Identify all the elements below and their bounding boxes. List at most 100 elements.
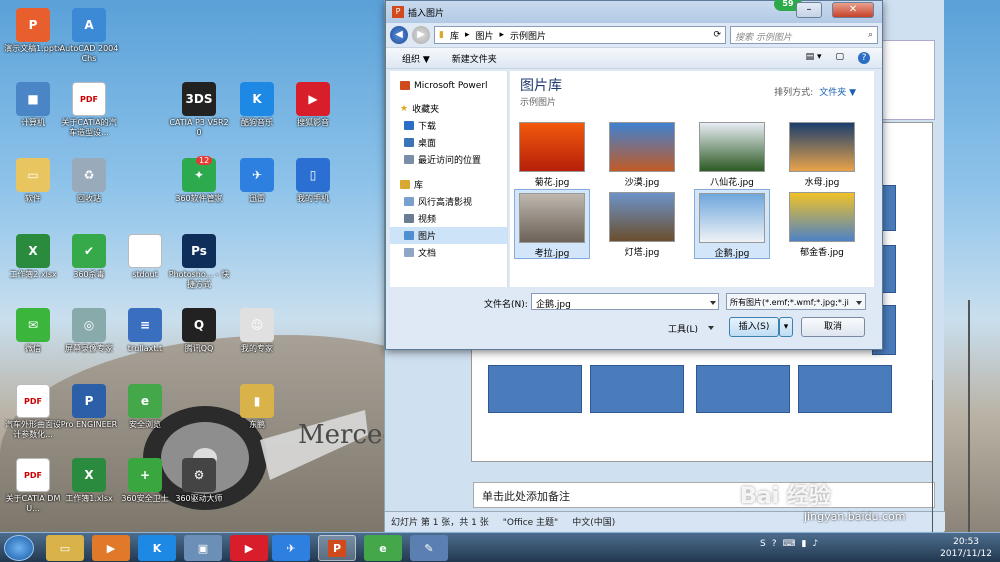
desktop-icon[interactable]: ✔ 360杀毒 — [58, 234, 120, 280]
notes-pane[interactable]: 单击此处添加备注 — [473, 482, 935, 508]
desktop-icon[interactable]: Ps Photosho... - 快捷方式 — [168, 234, 230, 290]
dialog-titlebar[interactable]: P 插入图片 59 – ✕ — [386, 0, 882, 23]
nav-item-desktop[interactable]: 桌面 — [390, 134, 507, 151]
forward-button[interactable]: ▶ — [412, 26, 430, 44]
paint-taskbar-icon[interactable]: ✎ — [410, 535, 448, 561]
kugou-taskbar-icon[interactable]: K — [138, 535, 176, 561]
powerpoint-icon — [400, 81, 410, 90]
filetype-select[interactable]: 所有图片(*.emf;*.wmf;*.jpg;*.ji — [726, 293, 866, 310]
chevron-down-icon[interactable] — [856, 301, 862, 305]
chevron-down-icon[interactable] — [708, 326, 714, 330]
desktop-icon[interactable]: P 演示文稿1.pptx — [2, 8, 64, 54]
start-button[interactable] — [4, 535, 34, 561]
desktop-icon[interactable]: A AutoCAD 2004 Chs — [58, 8, 120, 64]
browser-taskbar-icon[interactable]: e — [364, 535, 402, 561]
desktop-icon[interactable]: ≡ trullaxt.t — [114, 308, 176, 354]
recorder-taskbar-icon[interactable]: ▣ — [184, 535, 222, 561]
system-tray[interactable]: S ? ⌨ ▮ ♪ — [760, 539, 818, 549]
desktop-icon[interactable]: ▭ 软件 — [2, 158, 64, 204]
image-thumbnail[interactable]: 菊花.jpg — [514, 119, 590, 189]
desktop-icon[interactable]: PDF 关于CATIA的汽车造型设... — [58, 82, 120, 138]
clock[interactable]: 20:53 2017/11/12 — [940, 536, 992, 560]
filename-field[interactable]: 企鹅.jpg — [531, 293, 719, 310]
table-cell[interactable] — [590, 365, 684, 413]
thunder-taskbar-icon[interactable]: ✈ — [272, 535, 310, 561]
video-taskbar-icon[interactable]: ▶ — [230, 535, 268, 561]
desktop-icon[interactable]: ▯ 我的手机 — [282, 158, 344, 204]
image-thumbnail[interactable]: 郁金香.jpg — [784, 189, 860, 259]
table-cell[interactable] — [696, 365, 790, 413]
desktop-icon[interactable]: Q 腾讯QQ — [168, 308, 230, 354]
app-icon: ✈ — [240, 158, 274, 192]
desktop-icon[interactable]: ✉ 微信 — [2, 308, 64, 354]
nav-item-libraries[interactable]: 库 — [390, 176, 507, 193]
desktop-icon[interactable]: ■ 计算机 — [2, 82, 64, 128]
desktop-icon[interactable]: P Pro ENGINEER — [58, 384, 120, 430]
desktop-icon[interactable]: ▶ 搜狐影音 — [282, 82, 344, 128]
breadcrumb-item[interactable]: 库 — [450, 29, 459, 42]
nav-item-videos[interactable]: 视频 — [390, 210, 507, 227]
breadcrumb-item[interactable]: 图片 — [476, 29, 494, 42]
language-indicator[interactable]: 中文(中国) — [572, 515, 615, 528]
desktop-icon[interactable]: 3DS CATIA P3 V5R20 — [168, 82, 230, 138]
desktop-icon[interactable]: ✈ 迅雷 — [226, 158, 288, 204]
desktop-icon[interactable]: ▮ 东鹏 — [226, 384, 288, 430]
image-thumbnail[interactable]: 企鹅.jpg — [694, 189, 770, 259]
desktop-icon[interactable]: e 安全浏览 — [114, 384, 176, 430]
nav-item-favorites[interactable]: ★ 收藏夹 — [390, 100, 507, 117]
close-button[interactable]: ✕ — [832, 2, 874, 18]
desktop-icon[interactable]: PDF 关于CATIA DMU... — [2, 458, 64, 514]
view-icon[interactable]: ▤ ▾ — [806, 52, 822, 64]
desktop-icon[interactable]: X 工作簿1.xlsx — [58, 458, 120, 504]
desktop-icon[interactable]: ◎ 屏幕录像专家 — [58, 308, 120, 354]
powerpoint-taskbar-icon[interactable]: P — [318, 535, 356, 561]
back-button[interactable]: ◀ — [390, 26, 408, 44]
search-input[interactable]: 搜索 示例图片 ⌕ — [730, 26, 878, 44]
explorer-taskbar-icon[interactable]: ▭ — [46, 535, 84, 561]
tools-menu[interactable]: 工具(L) — [668, 322, 698, 335]
new-folder-button[interactable]: 新建文件夹 — [452, 52, 497, 65]
table-cell[interactable] — [798, 365, 892, 413]
sort-control[interactable]: 排列方式: 文件夹 ▼ — [774, 85, 856, 98]
desktop-icon-label: 腾讯QQ — [184, 344, 214, 353]
chevron-down-icon[interactable] — [710, 301, 716, 305]
download-icon — [404, 121, 414, 130]
address-bar[interactable]: ▮ 库 ▸ 图片 ▸ 示例图片 ⟳ — [434, 26, 726, 44]
desktop-icon[interactable]: ☺ 我的专家 — [226, 308, 288, 354]
keyboard-icon[interactable]: ⌨ — [783, 539, 796, 549]
image-thumbnail[interactable]: 沙漠.jpg — [604, 119, 680, 189]
image-thumbnail[interactable]: 灯塔.jpg — [604, 189, 680, 259]
desktop-icon[interactable]: stdout — [114, 234, 176, 280]
nav-item-documents[interactable]: 文档 — [390, 244, 507, 261]
desktop-icon[interactable]: ⚙ 360驱动大师 — [168, 458, 230, 504]
input-method-icon[interactable]: S — [760, 539, 766, 549]
nav-item-downloads[interactable]: 下载 — [390, 117, 507, 134]
minimize-button[interactable]: – — [796, 2, 822, 18]
network-icon[interactable]: ▮ — [802, 539, 807, 549]
nav-item-lib[interactable]: 风行高清影视 — [390, 193, 507, 210]
desktop-icon[interactable]: PDF 汽车外形曲面设计参数化... — [2, 384, 64, 440]
cancel-button[interactable]: 取消 — [801, 317, 865, 337]
media-taskbar-icon[interactable]: ▶ — [92, 535, 130, 561]
refresh-icon[interactable]: ⟳ — [713, 30, 725, 40]
desktop-icon[interactable]: +360安全卫士 — [114, 458, 176, 504]
volume-icon[interactable]: ♪ — [812, 539, 818, 549]
desktop-icon[interactable]: ♻ 回收站 — [58, 158, 120, 204]
help-icon[interactable]: ? — [772, 539, 777, 549]
insert-button[interactable]: 插入(S) — [729, 317, 779, 337]
insert-dropdown-button[interactable]: ▾ — [779, 317, 793, 337]
nav-item-recent[interactable]: 最近访问的位置 — [390, 151, 507, 168]
breadcrumb-item[interactable]: 示例图片 — [510, 29, 546, 42]
help-icon[interactable]: ? — [858, 52, 870, 64]
nav-item-powerpoint[interactable]: Microsoft Powerl — [390, 77, 507, 94]
nav-item-pictures[interactable]: 图片 — [390, 227, 507, 244]
theme-name[interactable]: "Office 主题" — [503, 515, 558, 528]
image-thumbnail[interactable]: 八仙花.jpg — [694, 119, 770, 189]
image-thumbnail[interactable]: 水母.jpg — [784, 119, 860, 189]
table-cell[interactable] — [488, 365, 582, 413]
desktop-icon[interactable]: X 工作簿2.xlsx — [2, 234, 64, 280]
desktop-icon[interactable]: K 酷狗音乐 — [226, 82, 288, 128]
organize-menu[interactable]: 组织 ▼ — [402, 52, 430, 65]
image-thumbnail[interactable]: 考拉.jpg — [514, 189, 590, 259]
preview-pane-icon[interactable]: ▢ — [835, 52, 844, 64]
